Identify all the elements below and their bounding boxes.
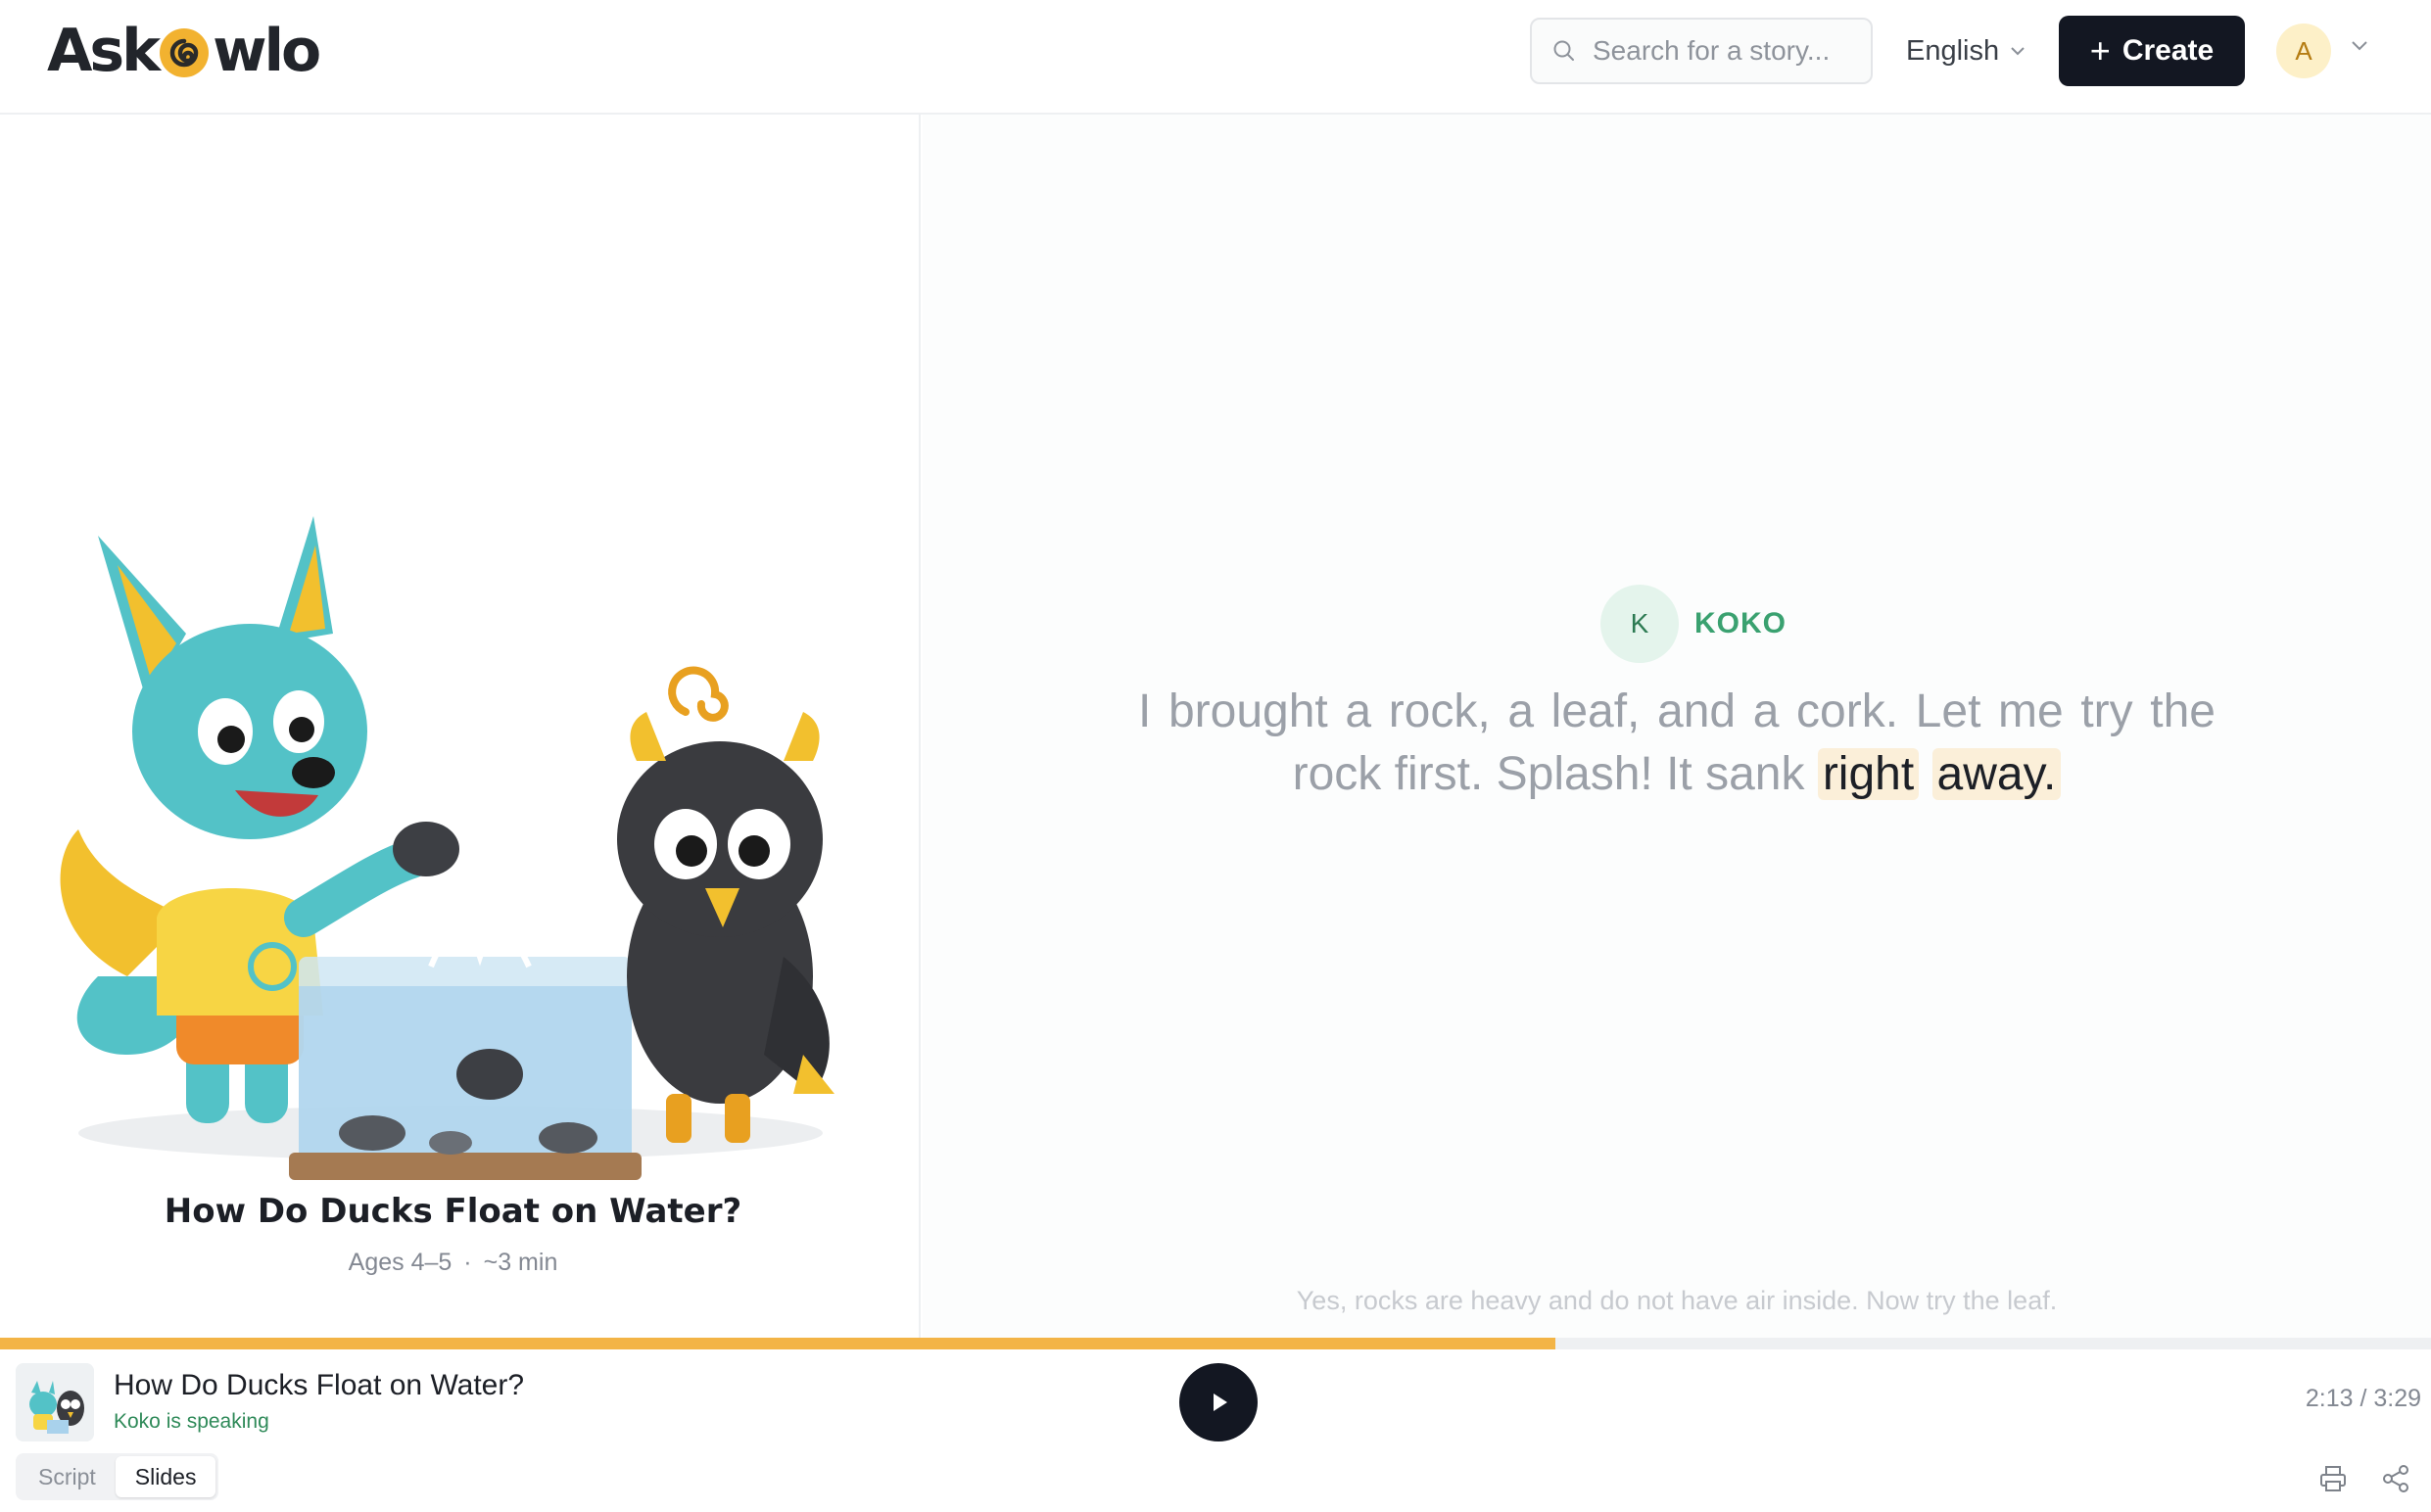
speaker-avatar: K: [1600, 585, 1679, 663]
current-line: I brought a rock, a leaf, and a cork. Le…: [1138, 681, 2216, 806]
tab-script[interactable]: Script: [19, 1456, 116, 1497]
play-icon: [1214, 1394, 1227, 1411]
search-icon: [1553, 40, 1574, 61]
slide-panel: K KOKO I brought a rock, a leaf, and a c…: [923, 115, 2431, 1338]
player-title: How Do Ducks Float on Water?: [114, 1369, 525, 1401]
speaker-label: K KOKO: [1600, 585, 1787, 663]
story-search[interactable]: [1530, 18, 1873, 84]
top-bar: Ask wlo English + Create A: [0, 0, 2431, 115]
story-ages: Ages 4–5: [348, 1249, 453, 1276]
story-meta: Ages 4–5 · ~3 min: [0, 1249, 906, 1277]
story-illustration: [60, 516, 834, 1180]
player-status: Koko is speaking: [114, 1410, 269, 1433]
story-cover-panel: How Do Ducks Float on Water? Ages 4–5 · ~3…: [0, 115, 921, 1338]
language-label: English: [1906, 34, 2000, 67]
meta-separator: ·: [463, 1249, 472, 1276]
search-input[interactable]: [1593, 35, 1857, 67]
next-line-preview: Yes, rocks are heavy and do not have air…: [1296, 1286, 2058, 1315]
story-thumbnail: [16, 1363, 94, 1441]
highlighted-word: right: [1817, 748, 1920, 800]
logo-text-wlo: wlo: [213, 17, 321, 85]
highlighted-word: away.: [1931, 748, 2062, 800]
askowlo-logo[interactable]: Ask wlo: [47, 17, 321, 85]
plus-icon: +: [2089, 30, 2111, 71]
story-title: How Do Ducks Float on Water?: [164, 1192, 742, 1231]
tab-slides[interactable]: Slides: [115, 1456, 216, 1497]
chevron-down-icon[interactable]: [2349, 39, 2370, 53]
language-select[interactable]: English: [1906, 29, 2026, 72]
speaker-name: KOKO: [1694, 607, 1787, 639]
player-bar: How Do Ducks Float on Water? Koko is spe…: [0, 1349, 2431, 1512]
view-tabs: Script Slides: [16, 1453, 219, 1500]
chevron-down-icon: [2011, 47, 2025, 56]
playback-time: 2:13 / 3:29: [2305, 1385, 2421, 1412]
share-icon[interactable]: [2380, 1463, 2411, 1494]
printer-icon[interactable]: [2317, 1463, 2349, 1494]
logo-text-ask: Ask: [47, 17, 161, 85]
progress-fill: [0, 1338, 1556, 1349]
avatar[interactable]: A: [2276, 24, 2331, 78]
playback-progress-bar[interactable]: [0, 1338, 2431, 1349]
owl-spiral-logo-icon: [160, 28, 210, 77]
story-duration: ~3 min: [483, 1249, 558, 1276]
create-button[interactable]: + Create: [2059, 16, 2245, 86]
play-button[interactable]: [1179, 1363, 1258, 1441]
create-label: Create: [2121, 34, 2215, 67]
